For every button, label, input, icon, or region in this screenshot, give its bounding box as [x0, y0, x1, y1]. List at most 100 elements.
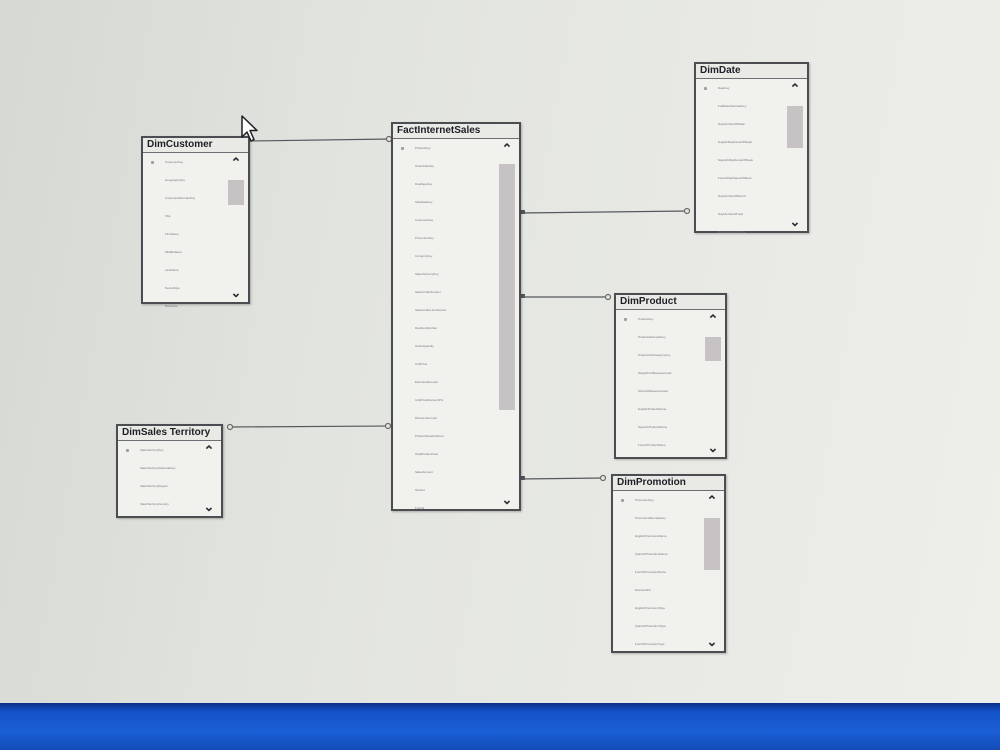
- column-row[interactable]: CustomerKey: [393, 211, 495, 229]
- column-row[interactable]: CurrencyKey: [393, 247, 495, 265]
- column-row[interactable]: SpanishPromotionType: [613, 617, 700, 635]
- column-row[interactable]: SalesTerritoryKey: [118, 441, 197, 459]
- column-row[interactable]: ProductSubcategoryKey: [616, 346, 701, 364]
- column-row[interactable]: NameStyle: [143, 279, 224, 297]
- scrollbar[interactable]: ⌃ ⌄: [783, 79, 807, 232]
- column-row[interactable]: SpanishPromotionName: [613, 545, 700, 563]
- column-row[interactable]: DiscountPct: [613, 581, 700, 599]
- scrollbar-thumb[interactable]: [499, 164, 515, 410]
- column-row[interactable]: LastName: [143, 261, 224, 279]
- column-name: FirstName: [165, 232, 179, 236]
- column-row[interactable]: SalesTerritoryCountry: [118, 495, 197, 513]
- column-row[interactable]: CustomerKey: [143, 153, 224, 171]
- column-row[interactable]: UnitPrice: [393, 355, 495, 373]
- column-row[interactable]: WeightUnitMeasureCode: [616, 364, 701, 382]
- column-name: SpanishPromotionName: [635, 552, 668, 556]
- column-row[interactable]: ProductStandardCost: [393, 427, 495, 445]
- column-row[interactable]: FrenchPromotionType: [613, 635, 700, 653]
- key-icon: [401, 147, 404, 150]
- column-row[interactable]: SalesAmount: [393, 463, 495, 481]
- scroll-up-icon[interactable]: ⌃: [701, 312, 725, 328]
- scrollbar[interactable]: ⌃ ⌄: [701, 310, 725, 458]
- column-row[interactable]: FirstName: [143, 225, 224, 243]
- column-row[interactable]: Freight: [393, 499, 495, 517]
- column-row[interactable]: DayNumberOfMonth: [696, 187, 783, 205]
- table-dimpromotion[interactable]: DimPromotion PromotionKey PromotionAltern…: [611, 474, 726, 653]
- column-row[interactable]: GeographyKey: [143, 171, 224, 189]
- scroll-up-icon[interactable]: ⌃: [224, 155, 248, 171]
- column-name: TotalProductCost: [415, 452, 438, 456]
- scroll-up-icon[interactable]: ⌃: [495, 141, 519, 157]
- column-row[interactable]: ProductKey: [616, 310, 701, 328]
- table-title: DimSales Territory: [118, 426, 221, 441]
- column-row[interactable]: DayNumberOfYear: [696, 205, 783, 223]
- scroll-down-icon[interactable]: ⌄: [224, 285, 248, 301]
- scroll-down-icon[interactable]: ⌄: [197, 499, 221, 515]
- scrollbar[interactable]: ⌃ ⌄: [197, 441, 221, 517]
- table-dimdate[interactable]: DimDate DateKey FullDateAlternateKey DayNu…: [694, 62, 809, 234]
- column-row[interactable]: DateKey: [696, 79, 783, 97]
- column-row[interactable]: TotalProductCost: [393, 445, 495, 463]
- column-row[interactable]: Title: [143, 207, 224, 225]
- column-name: ProductStandardCost: [415, 434, 444, 438]
- column-row[interactable]: ShipDateKey: [393, 193, 495, 211]
- column-row[interactable]: MiddleName: [143, 243, 224, 261]
- scrollbar-thumb[interactable]: [705, 337, 721, 361]
- column-row[interactable]: SalesTerritoryAlternateKey: [118, 459, 197, 477]
- scroll-down-icon[interactable]: ⌄: [701, 440, 725, 456]
- scroll-down-icon[interactable]: ⌄: [495, 492, 519, 508]
- column-row[interactable]: SalesOrderNumber: [393, 283, 495, 301]
- scrollbar[interactable]: ⌃ ⌄: [700, 491, 724, 652]
- scrollbar[interactable]: ⌃ ⌄: [495, 139, 519, 510]
- column-row[interactable]: CustomerAlternateKey: [143, 189, 224, 207]
- column-name: ShipDateKey: [415, 200, 433, 204]
- column-row[interactable]: EnglishProductName: [616, 400, 701, 418]
- column-row[interactable]: DayNumberOfWeek: [696, 115, 783, 133]
- column-row[interactable]: SalesOrderLineNumber: [393, 301, 495, 319]
- scrollbar-thumb[interactable]: [704, 518, 720, 570]
- scrollbar-thumb[interactable]: [787, 106, 803, 148]
- scrollbar-thumb[interactable]: [228, 180, 244, 205]
- table-dimcustomer[interactable]: DimCustomer CustomerKey GeographyKey Custo…: [141, 136, 250, 308]
- table-dimsalesterritory[interactable]: DimSales Territory SalesTerritoryKey Sale…: [116, 424, 223, 518]
- column-row[interactable]: FrenchDayNameOfWeek: [696, 169, 783, 187]
- column-name: SalesTerritoryCountry: [140, 502, 169, 506]
- column-row[interactable]: FrenchProductName: [616, 436, 701, 454]
- column-row[interactable]: DiscountAmount: [393, 409, 495, 427]
- scroll-up-icon[interactable]: ⌃: [700, 493, 724, 509]
- scroll-up-icon[interactable]: ⌃: [783, 81, 807, 97]
- column-row[interactable]: FrenchPromotionName: [613, 563, 700, 581]
- column-name: DateKey: [718, 86, 730, 90]
- column-row[interactable]: WeekNumberOfYear: [696, 223, 783, 241]
- column-row[interactable]: SalesTerritoryKey: [393, 265, 495, 283]
- column-row[interactable]: FullDateAlternateKey: [696, 97, 783, 115]
- scrollbar[interactable]: ⌃ ⌄: [224, 153, 248, 303]
- relationship-end-one: [226, 423, 234, 431]
- column-row[interactable]: SalesTerritoryRegion: [118, 477, 197, 495]
- column-row[interactable]: ProductAlternateKey: [616, 328, 701, 346]
- column-row[interactable]: PromotionKey: [393, 229, 495, 247]
- column-row[interactable]: OrderQuantity: [393, 337, 495, 355]
- column-name: CustomerAlternateKey: [165, 196, 196, 200]
- scroll-down-icon[interactable]: ⌄: [783, 214, 807, 230]
- table-factinternetsales[interactable]: FactInternetSales ProductKey OrderDateKey…: [391, 122, 521, 511]
- column-row[interactable]: BirthDate: [143, 297, 224, 315]
- column-row[interactable]: PromotionKey: [613, 491, 700, 509]
- column-row[interactable]: SpanishDayNameOfWeek: [696, 151, 783, 169]
- scroll-up-icon[interactable]: ⌃: [197, 443, 221, 459]
- column-row[interactable]: RevisionNumber: [393, 319, 495, 337]
- column-row[interactable]: DueDateKey: [393, 175, 495, 193]
- table-dimproduct[interactable]: DimProduct ProductKey ProductAlternateKey…: [614, 293, 727, 459]
- column-row[interactable]: EnglishPromotionType: [613, 599, 700, 617]
- column-row[interactable]: SpanishProductName: [616, 418, 701, 436]
- column-row[interactable]: TaxAmt: [393, 481, 495, 499]
- column-row[interactable]: ProductKey: [393, 139, 495, 157]
- scroll-down-icon[interactable]: ⌄: [700, 634, 724, 650]
- column-row[interactable]: EnglishDayNameOfWeek: [696, 133, 783, 151]
- column-row[interactable]: EnglishPromotionName: [613, 527, 700, 545]
- column-row[interactable]: UnitPriceDiscountPct: [393, 391, 495, 409]
- column-row[interactable]: PromotionAlternateKey: [613, 509, 700, 527]
- column-row[interactable]: OrderDateKey: [393, 157, 495, 175]
- column-row[interactable]: SizeUnitMeasureCode: [616, 382, 701, 400]
- column-row[interactable]: ExtendedAmount: [393, 373, 495, 391]
